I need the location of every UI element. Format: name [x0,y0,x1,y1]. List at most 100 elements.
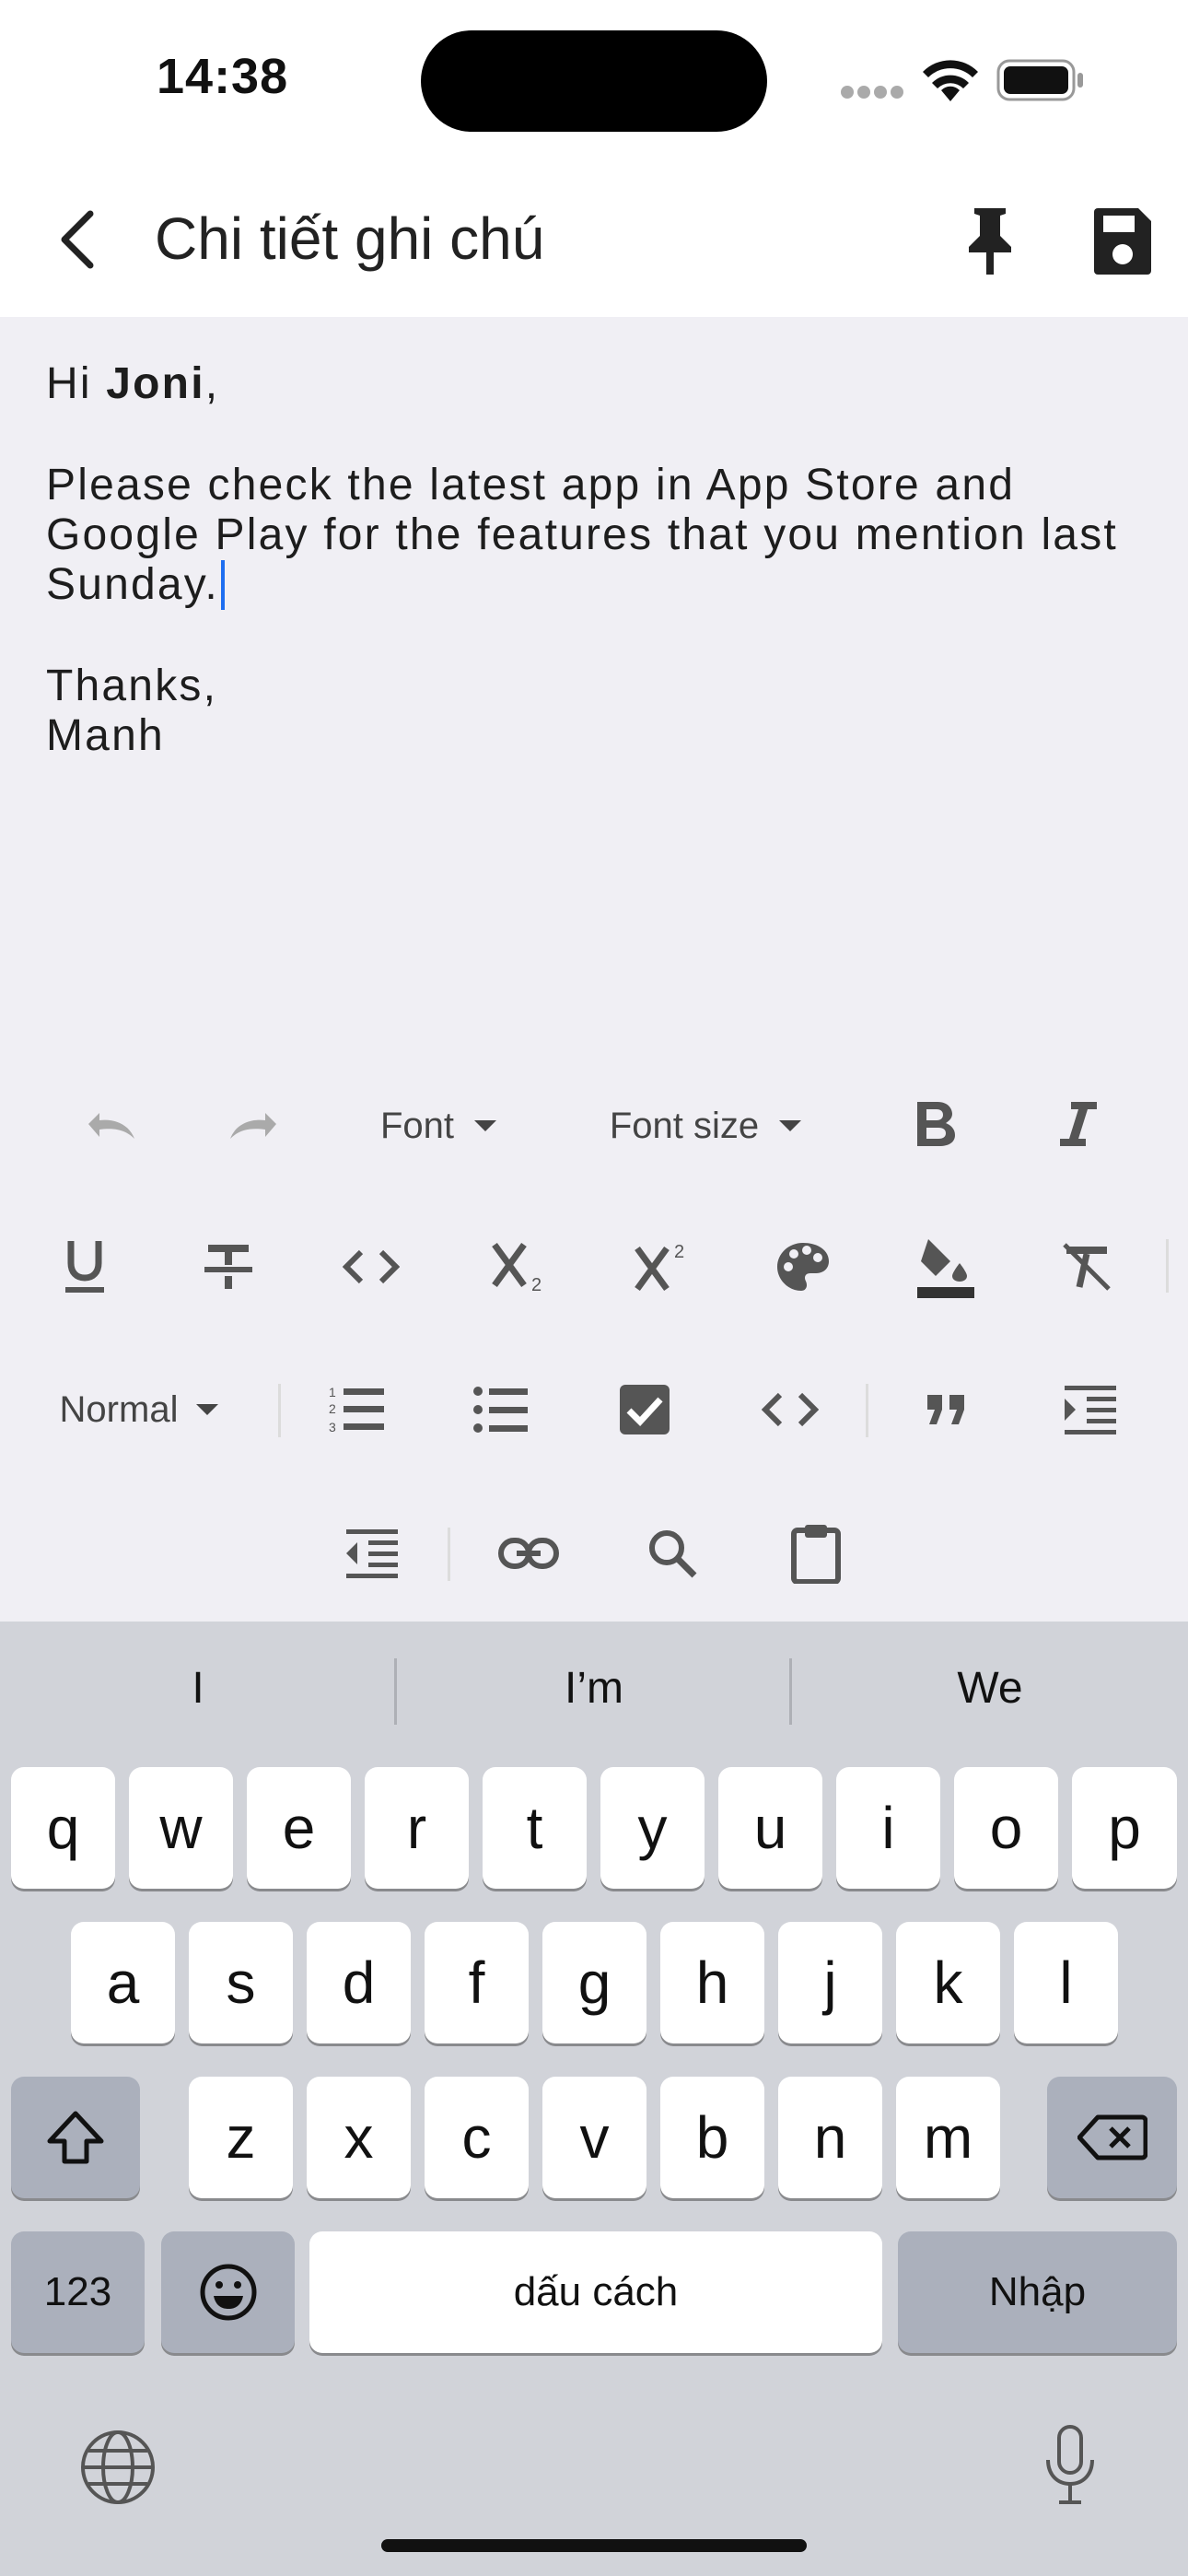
undo-button[interactable] [74,1096,147,1155]
svg-text:1: 1 [329,1385,336,1399]
key[interactable]: a [71,1922,175,2043]
key[interactable]: g [542,1922,646,2043]
link-icon [498,1538,559,1569]
redo-icon [230,1113,276,1139]
paste-button[interactable] [779,1516,853,1590]
body-line: Google Play for the features that you me… [46,510,1118,559]
numbers-key[interactable]: 123 [11,2231,145,2353]
numbered-list-icon: 1 2 3 [329,1385,384,1434]
dynamic-island [421,30,767,132]
clipboard-icon [791,1525,841,1584]
suggestion-divider [789,1658,792,1725]
indent-decrease-icon [346,1529,398,1578]
italic-button[interactable] [1041,1087,1114,1161]
bold-icon [917,1102,955,1146]
checkbox-icon [620,1385,670,1434]
redo-button[interactable] [217,1096,291,1155]
suggestion[interactable]: I [14,1663,382,1714]
note-content[interactable]: Hi Joni, Please check the latest app in … [46,359,1151,761]
shift-icon [47,2111,104,2164]
quote-icon [927,1395,964,1424]
wifi-icon [921,59,980,103]
toolbar-divider [448,1528,450,1581]
quote-button[interactable] [910,1373,984,1446]
page-title: Chi tiết ghi chú [155,205,545,272]
signature-line: Manh [46,711,165,760]
key[interactable]: w [129,1767,233,1889]
key[interactable]: y [600,1767,705,1889]
underline-button[interactable] [48,1230,122,1304]
toolbar-divider [866,1384,868,1437]
key[interactable]: b [660,2077,764,2198]
key[interactable]: j [778,1922,882,2043]
globe-icon[interactable] [79,2429,157,2506]
superscript-icon: 2 [635,1242,684,1292]
greeting-line: Hi Joni, [46,359,220,408]
key[interactable]: q [11,1767,115,1889]
key[interactable]: e [247,1767,351,1889]
key[interactable]: x [307,2077,411,2198]
bold-button[interactable] [898,1087,972,1161]
key[interactable]: m [896,2077,1000,2198]
key[interactable]: c [425,2077,529,2198]
delete-key[interactable] [1047,2077,1177,2198]
key[interactable]: l [1014,1922,1118,2043]
indent-increase-button[interactable] [1054,1373,1127,1446]
underline-icon [65,1241,104,1293]
subscript-button[interactable]: 2 [483,1230,557,1304]
cellular-signal-icon [840,85,904,100]
svg-text:2: 2 [329,1401,336,1416]
checkbox-list-button[interactable] [608,1373,681,1446]
emoji-key[interactable] [161,2231,295,2353]
toolbar-divider [1166,1239,1169,1293]
key[interactable]: z [189,2077,293,2198]
key[interactable]: u [718,1767,822,1889]
save-button[interactable] [1090,206,1155,276]
return-key[interactable]: Nhập [898,2231,1177,2353]
key[interactable]: o [954,1767,1058,1889]
link-button[interactable] [492,1516,565,1590]
key[interactable]: s [189,1922,293,2043]
space-key[interactable]: dấu cách [309,2231,882,2353]
closing-line: Thanks, [46,662,218,710]
svg-text:2: 2 [674,1242,684,1262]
key[interactable]: k [896,1922,1000,2043]
strikethrough-button[interactable] [192,1230,265,1304]
code-block-icon [762,1392,819,1427]
heading-style-dropdown[interactable]: Normal [46,1377,239,1442]
strikethrough-icon [204,1245,252,1289]
font-size-dropdown[interactable]: Font size [599,1096,820,1155]
shift-key[interactable] [11,2077,140,2198]
key[interactable]: p [1072,1767,1177,1889]
clear-format-button[interactable] [1050,1230,1124,1304]
microphone-icon[interactable] [1041,2423,1100,2508]
background-color-button[interactable] [909,1225,983,1308]
key[interactable]: i [836,1767,940,1889]
font-family-dropdown[interactable]: Font [368,1096,516,1155]
indent-decrease-button[interactable] [335,1516,409,1590]
suggestion[interactable]: We [806,1663,1174,1714]
key[interactable]: h [660,1922,764,2043]
key[interactable]: r [365,1767,469,1889]
key[interactable]: d [307,1922,411,2043]
bulleted-list-button[interactable] [464,1373,538,1446]
key[interactable]: n [778,2077,882,2198]
indent-increase-icon [1065,1386,1116,1434]
search-button[interactable] [635,1516,709,1590]
key[interactable]: t [483,1767,587,1889]
inline-code-button[interactable] [334,1230,408,1304]
superscript-button[interactable]: 2 [626,1230,700,1304]
numbered-list-button[interactable]: 1 2 3 [320,1373,394,1446]
pin-icon [969,208,1011,275]
key[interactable]: v [542,2077,646,2198]
suggestion[interactable]: I’m [410,1663,778,1714]
caret-down-icon [196,1404,219,1415]
text-color-button[interactable] [766,1230,840,1304]
floppy-disk-icon [1094,208,1151,275]
pin-button[interactable] [958,205,1022,278]
caret-down-icon [779,1120,802,1131]
body-line: Sunday. [46,560,1151,610]
key[interactable]: f [425,1922,529,2043]
back-button[interactable] [44,203,118,276]
code-block-button[interactable] [753,1373,827,1446]
